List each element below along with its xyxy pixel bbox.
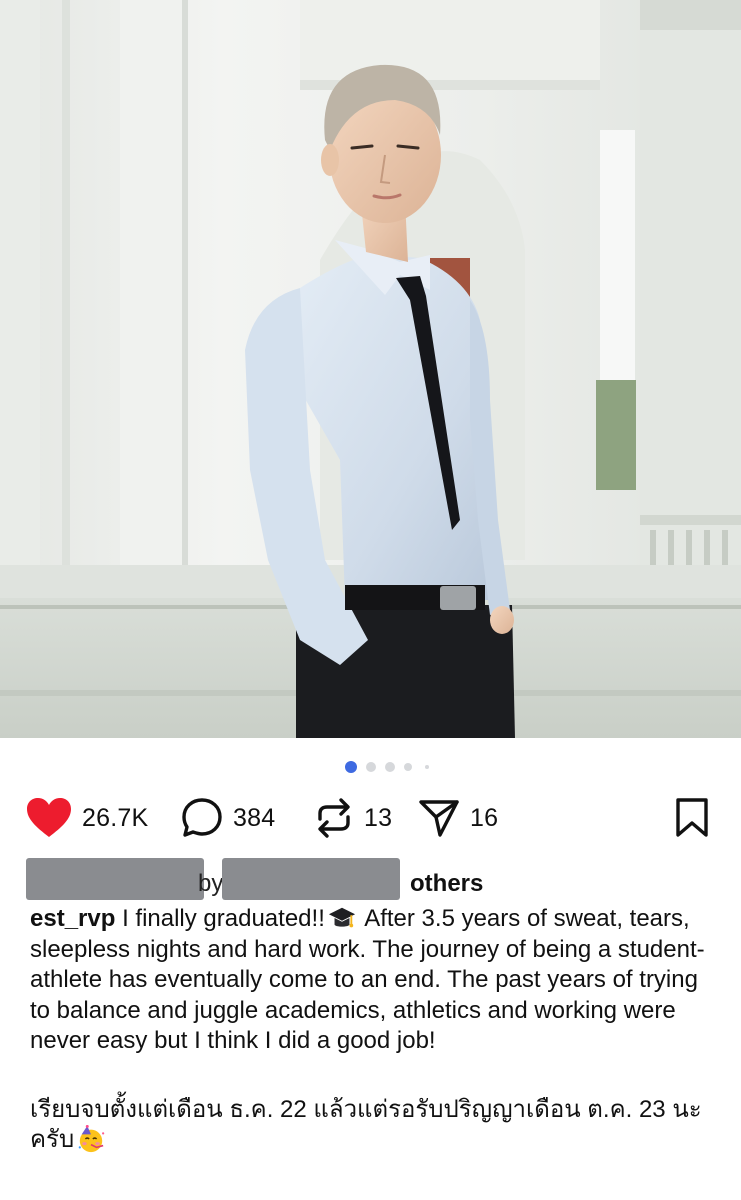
caption-english: est_rvp I finally graduated!! After 3.5 … bbox=[30, 904, 720, 1057]
share-count: 16 bbox=[470, 803, 499, 832]
liked-by-row[interactable]: by others bbox=[0, 858, 741, 904]
comment-icon bbox=[182, 798, 222, 837]
liked-by-label: by bbox=[198, 870, 224, 897]
graduation-cap-icon bbox=[328, 907, 355, 928]
post-photo-illustration bbox=[0, 0, 741, 738]
party-face-icon bbox=[78, 1125, 105, 1153]
like-count: 26.7K bbox=[82, 803, 149, 832]
post-caption: est_rvp I finally graduated!! After 3.5 … bbox=[30, 904, 720, 1156]
repost-count: 13 bbox=[364, 803, 393, 832]
bookmark-icon bbox=[676, 798, 708, 837]
repost-button[interactable]: 13 bbox=[314, 794, 392, 842]
comment-button[interactable]: 384 bbox=[181, 794, 275, 842]
carousel-dot bbox=[404, 763, 412, 771]
liked-by-others[interactable]: others bbox=[410, 870, 483, 898]
repost-icon bbox=[318, 798, 350, 838]
post-action-bar: 26.7K 384 13 16 bbox=[0, 794, 741, 842]
caption-thai: เรียบจบตั้งแต่เดือน ธ.ค. 22 แล้วแต่รอรับ… bbox=[30, 1095, 720, 1156]
carousel-dot bbox=[366, 762, 376, 772]
carousel-dot-active bbox=[345, 761, 357, 773]
post-photo[interactable] bbox=[0, 0, 741, 738]
send-icon bbox=[419, 800, 459, 837]
redacted-username-2 bbox=[222, 858, 400, 900]
caption-text-1: I finally graduated!! bbox=[122, 905, 325, 932]
comment-count: 384 bbox=[233, 803, 276, 832]
heart-icon bbox=[27, 798, 71, 837]
carousel-dot bbox=[425, 765, 429, 769]
caption-username[interactable]: est_rvp bbox=[30, 905, 115, 932]
carousel-dot bbox=[385, 762, 395, 772]
like-button[interactable]: 26.7K bbox=[26, 794, 148, 842]
redacted-username-1 bbox=[26, 858, 204, 900]
caption-thai-text: เรียบจบตั้งแต่เดือน ธ.ค. 22 แล้วแต่รอรับ… bbox=[30, 1095, 702, 1154]
share-button[interactable]: 16 bbox=[418, 794, 498, 842]
carousel-indicator bbox=[0, 760, 741, 774]
save-button[interactable] bbox=[675, 794, 709, 842]
